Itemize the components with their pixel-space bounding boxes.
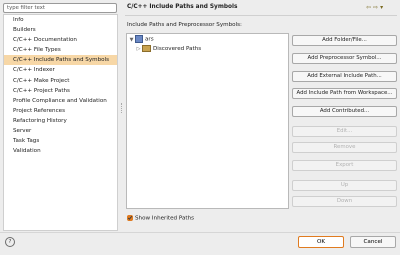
tree-node-label: ars — [145, 36, 154, 43]
nav-item-info[interactable]: Info — [4, 15, 117, 25]
page-title: C/C++ Include Paths and Symbols — [127, 4, 238, 10]
remove-button[interactable]: Remove — [292, 142, 397, 153]
nav-item-cpp-file-types[interactable]: C/C++ File Types — [4, 45, 117, 55]
tree-node-label: Discovered Paths — [153, 46, 202, 52]
tree-node-ars[interactable]: ▼ ars — [128, 35, 154, 44]
nav-item-cpp-documentation[interactable]: C/C++ Documentation — [4, 35, 117, 45]
title-separator — [125, 15, 397, 16]
property-page-list: Info Builders C/C++ Documentation C/C++ … — [3, 14, 118, 231]
expand-arrow-icon[interactable]: ▷ — [135, 45, 142, 54]
add-contributed-button[interactable]: Add Contributed... — [292, 106, 397, 117]
show-inherited-paths-checkbox[interactable] — [127, 215, 133, 221]
filter-field[interactable] — [3, 3, 117, 13]
nav-item-cpp-project-paths[interactable]: C/C++ Project Paths — [4, 86, 117, 96]
footer-separator — [0, 232, 400, 233]
add-folder-file-button[interactable]: Add Folder/File... — [292, 35, 397, 46]
ok-button[interactable]: OK — [298, 236, 344, 248]
view-menu-icon[interactable]: ▾ — [380, 4, 383, 11]
page-toolbar: ⇦ ⇨ ▾ — [366, 4, 385, 11]
forward-arrow-icon[interactable]: ⇨ — [373, 4, 378, 11]
nav-item-profile-compliance[interactable]: Profile Compliance and Validation — [4, 96, 117, 106]
down-button[interactable]: Down — [292, 196, 397, 207]
nav-item-cpp-make-project[interactable]: C/C++ Make Project — [4, 76, 117, 86]
add-external-include-path-button[interactable]: Add External Include Path... — [292, 71, 397, 82]
show-inherited-paths[interactable]: Show Inherited Paths — [127, 215, 194, 222]
nav-item-project-references[interactable]: Project References — [4, 106, 117, 116]
filter-input[interactable] — [4, 4, 116, 12]
edit-button[interactable]: Edit... — [292, 126, 397, 137]
nav-item-validation[interactable]: Validation — [4, 146, 117, 156]
show-inherited-paths-label: Show Inherited Paths — [135, 215, 195, 222]
collapse-arrow-icon[interactable]: ▼ — [128, 36, 135, 45]
cancel-button[interactable]: Cancel — [350, 236, 396, 248]
tree-node-discovered-paths[interactable]: ▷ Discovered Paths — [135, 45, 201, 54]
nav-item-task-tags[interactable]: Task Tags — [4, 136, 117, 146]
nav-item-server[interactable]: Server — [4, 126, 117, 136]
export-button[interactable]: Export — [292, 160, 397, 171]
back-arrow-icon[interactable]: ⇦ — [366, 4, 371, 11]
add-preprocessor-symbol-button[interactable]: Add Preprocessor Symbol... — [292, 53, 397, 64]
folder-icon — [142, 45, 151, 52]
help-icon[interactable]: ? — [5, 237, 15, 247]
include-paths-tree[interactable]: ▼ ars ▷ Discovered Paths — [126, 33, 289, 209]
splitter-sash[interactable] — [119, 3, 124, 231]
nav-item-builders[interactable]: Builders — [4, 25, 117, 35]
add-include-path-from-workspace-button[interactable]: Add Include Path from Workspace... — [292, 88, 397, 99]
nav-item-cpp-indexer[interactable]: C/C++ Indexer — [4, 65, 117, 75]
up-button[interactable]: Up — [292, 180, 397, 191]
tree-label: Include Paths and Preprocessor Symbols: — [127, 22, 242, 28]
project-icon — [135, 35, 143, 43]
nav-item-refactoring-history[interactable]: Refactoring History — [4, 116, 117, 126]
nav-item-cpp-include-paths[interactable]: C/C++ Include Paths and Symbols — [4, 55, 117, 66]
